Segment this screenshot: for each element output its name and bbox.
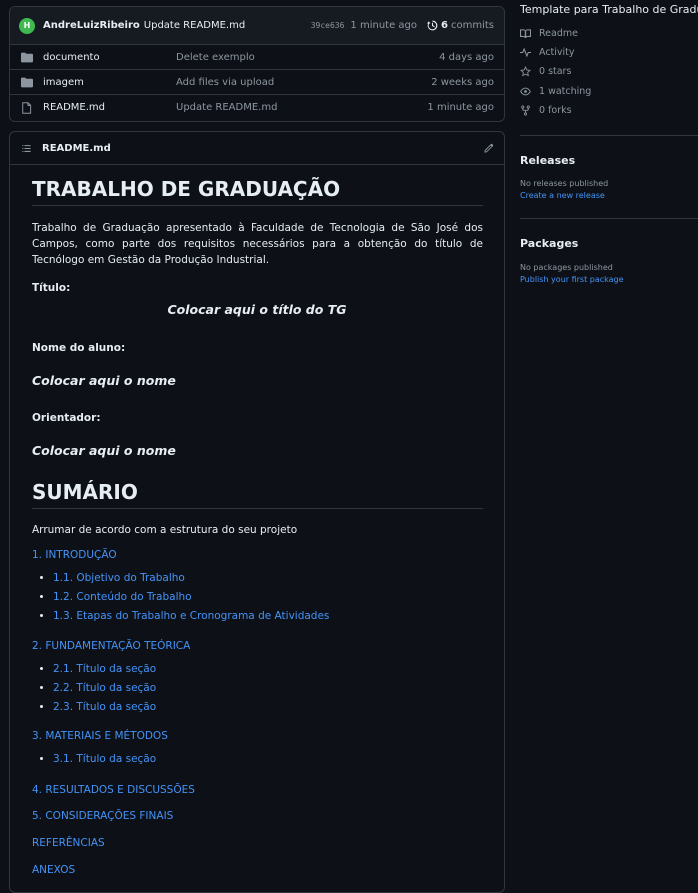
heading-trabalho: TRABALHO DE GRADUAÇÃO bbox=[32, 177, 483, 206]
file-name[interactable]: imagem bbox=[43, 77, 176, 88]
toc-sublink[interactable]: 2.3. Título da seção bbox=[53, 701, 156, 713]
toc-sublist: 1.1. Objetivo do Trabalho 1.2. Conteúdo d… bbox=[32, 569, 329, 626]
stars-link[interactable]: 0 stars bbox=[520, 66, 571, 77]
eye-icon bbox=[520, 87, 531, 96]
readme-link[interactable]: Readme bbox=[520, 28, 578, 39]
latest-commit-bar: H AndreLuizRibeiro Update README.md 39ce… bbox=[10, 7, 504, 45]
file-row[interactable]: imagem Add files via upload 2 weeks ago bbox=[10, 70, 504, 95]
toc-link[interactable]: 4. RESULTADOS E DISCUSSÕES bbox=[32, 784, 195, 796]
intro-paragraph: Trabalho de Graduação apresentado à Facu… bbox=[32, 222, 483, 266]
pulse-icon bbox=[520, 47, 531, 58]
file-age: 1 minute ago bbox=[427, 102, 494, 113]
releases-heading[interactable]: Releases bbox=[520, 154, 575, 167]
list-item: 2.1. Título da seção bbox=[53, 660, 190, 679]
commits-link[interactable]: 6 commits bbox=[427, 20, 494, 31]
book-icon bbox=[520, 29, 531, 38]
pencil-icon[interactable] bbox=[483, 143, 494, 154]
fork-icon bbox=[521, 105, 530, 116]
divider bbox=[520, 218, 698, 219]
sumario-note: Arrumar de acordo com a estrutura do seu… bbox=[32, 524, 298, 536]
file-name[interactable]: README.md bbox=[43, 102, 176, 113]
commit-time: 1 minute ago bbox=[350, 20, 418, 31]
toc-sublink[interactable]: 2.1. Título da seção bbox=[53, 663, 156, 675]
toc-sublist: 2.1. Título da seção 2.2. Título da seção… bbox=[32, 660, 190, 717]
file-commit-message[interactable]: Add files via upload bbox=[176, 77, 431, 88]
readme-link-label: Readme bbox=[539, 28, 578, 39]
star-icon bbox=[520, 66, 531, 77]
toc-link[interactable]: 5. CONSIDERAÇÕES FINAIS bbox=[32, 810, 173, 822]
toc-section: REFERÊNCIAS bbox=[32, 837, 105, 849]
releases-empty: No releases published bbox=[520, 179, 609, 188]
toc-section: 1. INTRODUÇÃO1.1. Objetivo do Trabalho1.… bbox=[32, 549, 329, 626]
packages-heading[interactable]: Packages bbox=[520, 237, 578, 250]
file-commit-message[interactable]: Delete exemplo bbox=[176, 52, 439, 63]
toc-link[interactable]: ANEXOS bbox=[32, 864, 75, 876]
toc-sublink[interactable]: 1.1. Objetivo do Trabalho bbox=[53, 572, 185, 584]
watching-link[interactable]: 1 watching bbox=[520, 86, 591, 97]
file-icon bbox=[21, 101, 33, 114]
folder-icon bbox=[21, 76, 33, 88]
toc-link[interactable]: 2. FUNDAMENTAÇÃO TEÓRICA bbox=[32, 640, 190, 652]
list-item: 2.2. Título da seção bbox=[53, 679, 190, 698]
toc-sublink[interactable]: 3.1. Título da seção bbox=[53, 753, 156, 765]
create-release-link[interactable]: Create a new release bbox=[520, 191, 605, 200]
publish-package-link[interactable]: Publish your first package bbox=[520, 275, 624, 284]
history-icon bbox=[427, 20, 438, 31]
orientador-label: Orientador: bbox=[32, 412, 101, 424]
aluno-label: Nome do aluno: bbox=[32, 342, 126, 354]
watching-label: 1 watching bbox=[539, 86, 592, 97]
toc-section: ANEXOS bbox=[32, 864, 75, 876]
file-age: 4 days ago bbox=[439, 51, 494, 63]
orientador-value: Colocar aqui o nome bbox=[32, 443, 176, 458]
toc-section: 5. CONSIDERAÇÕES FINAIS bbox=[32, 810, 173, 822]
avatar[interactable]: H bbox=[19, 17, 35, 34]
toc-section: 3. MATERIAIS E MÉTODOS 3.1. Título da seç… bbox=[32, 730, 168, 769]
toc-link[interactable]: 3. MATERIAIS E MÉTODOS bbox=[32, 730, 168, 742]
toc-sublist: 3.1. Título da seção bbox=[32, 750, 168, 769]
stars-label: 0 stars bbox=[539, 66, 572, 77]
list-item: 3.1. Título da seção bbox=[53, 750, 168, 769]
file-commit-message[interactable]: Update README.md bbox=[176, 102, 427, 113]
toc-section: 2. FUNDAMENTAÇÃO TEÓRICA 2.1. Título da s… bbox=[32, 640, 190, 717]
toc-link[interactable]: 1. INTRODUÇÃO bbox=[32, 549, 117, 561]
toc-sublink[interactable]: 1.2. Conteúdo do Trabalho bbox=[53, 591, 192, 603]
aluno-value: Colocar aqui o nome bbox=[32, 373, 176, 388]
activity-link[interactable]: Activity bbox=[520, 47, 575, 58]
commit-hash[interactable]: 39ce636 bbox=[311, 21, 345, 30]
titulo-value: Colocar aqui o títlo do TG bbox=[167, 302, 347, 317]
commit-count: 6 bbox=[441, 20, 448, 31]
toc-sublink[interactable]: 2.2. Título da seção bbox=[53, 682, 156, 694]
divider bbox=[520, 135, 698, 136]
toc-link[interactable]: REFERÊNCIAS bbox=[32, 837, 105, 849]
list-item: 1.2. Conteúdo do Trabalho bbox=[53, 588, 329, 607]
file-age: 2 weeks ago bbox=[431, 76, 494, 88]
repo-description: Template para Trabalho de Graduação bbox=[520, 3, 698, 16]
heading-sumario: SUMÁRIO bbox=[32, 480, 483, 509]
folder-icon bbox=[21, 51, 33, 63]
commit-author[interactable]: AndreLuizRibeiro bbox=[43, 20, 140, 31]
file-row[interactable]: README.md Update README.md 1 minute ago bbox=[10, 95, 504, 120]
commits-label: commits bbox=[450, 20, 494, 31]
readme-title[interactable]: README.md bbox=[42, 143, 111, 154]
toc-section: 4. RESULTADOS E DISCUSSÕES bbox=[32, 784, 195, 796]
forks-label: 0 forks bbox=[539, 105, 572, 116]
packages-empty: No packages published bbox=[520, 263, 613, 272]
list-item: 1.1. Objetivo do Trabalho bbox=[53, 569, 329, 588]
file-row[interactable]: documento Delete exemplo 4 days ago bbox=[10, 45, 504, 70]
forks-link[interactable]: 0 forks bbox=[520, 105, 572, 116]
commit-message[interactable]: Update README.md bbox=[144, 20, 245, 31]
readme-panel: README.md TRABALHO DE GRADUAÇÃO Trabalho… bbox=[9, 131, 505, 893]
list-item: 1.3. Etapas do Trabalho e Cronograma de … bbox=[53, 607, 329, 626]
readme-header: README.md bbox=[10, 132, 504, 165]
toc-sublink[interactable]: 1.3. Etapas do Trabalho e Cronograma de … bbox=[53, 610, 329, 622]
list-item: 2.3. Título da seção bbox=[53, 698, 190, 717]
activity-label: Activity bbox=[539, 47, 575, 58]
titulo-label: Título: bbox=[32, 282, 71, 294]
outline-icon[interactable] bbox=[21, 143, 32, 154]
file-list: H AndreLuizRibeiro Update README.md 39ce… bbox=[9, 6, 505, 122]
file-name[interactable]: documento bbox=[43, 52, 176, 63]
